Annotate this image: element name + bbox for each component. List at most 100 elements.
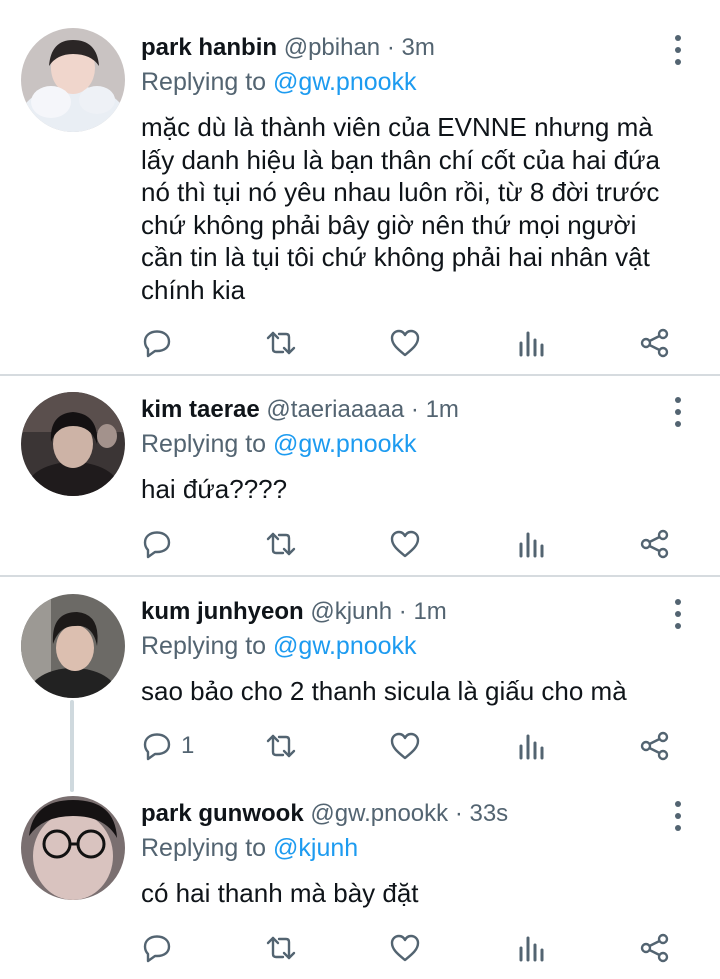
- text-line: mặc dù là thành viên của EVNNE nhưng mà: [141, 112, 653, 142]
- tweet-text: có hai thanh mà bày đặt: [141, 877, 701, 910]
- text-line: sao bảo cho 2 thanh sicula là giấu cho m…: [141, 676, 627, 706]
- replying-to: Replying to @kjunh: [141, 833, 358, 863]
- text-line: nó thì tụi nó yêu nhau luôn rồi, từ 8 đờ…: [141, 177, 660, 207]
- retweet-icon: [266, 331, 296, 355]
- more-vertical-icon[interactable]: [666, 35, 690, 65]
- text-line: cần tin là tụi tôi chứ không phải hai nh…: [141, 242, 650, 272]
- more-vertical-icon[interactable]: [666, 801, 690, 831]
- tweet[interactable]: kum junhyeon @kjunh · 1m Replying to @gw…: [0, 577, 720, 777]
- separator-dot: ·: [454, 800, 463, 827]
- heart-icon: [390, 934, 420, 962]
- tweet-actions: 1: [0, 728, 720, 764]
- replying-to-label: Replying to: [141, 834, 274, 862]
- share-icon: [640, 328, 669, 358]
- tweet-text: mặc dù là thành viên của EVNNE nhưng mà …: [141, 111, 701, 306]
- analytics-button[interactable]: [515, 526, 547, 562]
- avatar[interactable]: [21, 28, 125, 132]
- avatar-image: [21, 392, 125, 496]
- text-line: lấy danh hiệu là bạn thân chí cốt của ha…: [141, 144, 660, 175]
- reply-button[interactable]: [141, 930, 181, 966]
- heart-icon: [390, 329, 420, 357]
- like-button[interactable]: [389, 728, 421, 764]
- separator-dot: ·: [386, 34, 395, 61]
- user-handle[interactable]: @taeriaaaaa: [266, 396, 404, 423]
- timestamp[interactable]: 1m: [426, 396, 459, 423]
- share-button[interactable]: [639, 728, 671, 764]
- tweet-actions: [0, 526, 720, 562]
- share-button[interactable]: [639, 930, 671, 966]
- tweet-header: kim taerae @taeriaaaaa · 1m: [141, 395, 459, 425]
- mention-link[interactable]: @gw.pnookk: [273, 430, 417, 458]
- retweet-button[interactable]: [265, 728, 297, 764]
- analytics-icon: [519, 936, 544, 962]
- avatar-image: [21, 594, 125, 698]
- tweet-header: park gunwook @gw.pnookk · 33s: [141, 799, 508, 829]
- avatar-image: [21, 796, 125, 900]
- reply-icon: [143, 531, 171, 559]
- share-icon: [640, 529, 669, 559]
- separator-dot: ·: [410, 396, 419, 423]
- reply-icon: [143, 330, 171, 358]
- analytics-icon: [519, 331, 544, 357]
- tweet-header: park hanbin @pbihan · 3m: [141, 33, 435, 63]
- avatar[interactable]: [21, 594, 125, 698]
- separator-dot: ·: [398, 598, 407, 625]
- user-handle[interactable]: @gw.pnookk: [310, 800, 448, 827]
- reply-button[interactable]: 1: [141, 728, 194, 764]
- retweet-button[interactable]: [265, 325, 297, 361]
- user-handle[interactable]: @pbihan: [284, 34, 380, 61]
- display-name[interactable]: park gunwook: [141, 800, 304, 827]
- share-icon: [640, 933, 669, 963]
- timestamp[interactable]: 3m: [401, 34, 434, 61]
- display-name[interactable]: park hanbin: [141, 34, 277, 61]
- more-vertical-icon[interactable]: [666, 397, 690, 427]
- retweet-button[interactable]: [265, 930, 297, 966]
- tweet[interactable]: kim taerae @taeriaaaaa · 1m Replying to …: [0, 376, 720, 575]
- reply-button[interactable]: [141, 526, 181, 562]
- user-handle[interactable]: @kjunh: [310, 598, 392, 625]
- text-line: hai đứa????: [141, 474, 288, 504]
- mention-link[interactable]: @kjunh: [273, 834, 358, 862]
- replying-to-label: Replying to: [141, 68, 274, 96]
- retweet-icon: [266, 936, 296, 960]
- display-name[interactable]: kum junhyeon: [141, 598, 304, 625]
- timestamp[interactable]: 33s: [469, 800, 508, 827]
- tweet-actions: [0, 325, 720, 361]
- text-line: có hai thanh mà bày đặt: [141, 878, 419, 908]
- replying-to: Replying to @gw.pnookk: [141, 429, 417, 459]
- like-button[interactable]: [389, 930, 421, 966]
- analytics-icon: [519, 734, 544, 760]
- replying-to-label: Replying to: [141, 632, 274, 660]
- heart-icon: [390, 530, 420, 558]
- analytics-button[interactable]: [515, 325, 547, 361]
- avatar[interactable]: [21, 796, 125, 900]
- mention-link[interactable]: @gw.pnookk: [273, 632, 417, 660]
- avatar-image: [21, 28, 125, 132]
- more-vertical-icon[interactable]: [666, 599, 690, 629]
- like-button[interactable]: [389, 325, 421, 361]
- text-line: chứ không phải bây giờ nên thứ mọi người: [141, 209, 637, 240]
- like-button[interactable]: [389, 526, 421, 562]
- avatar[interactable]: [21, 392, 125, 496]
- retweet-icon: [266, 532, 296, 556]
- tweet-header: kum junhyeon @kjunh · 1m: [141, 597, 447, 627]
- retweet-button[interactable]: [265, 526, 297, 562]
- analytics-icon: [519, 532, 544, 558]
- tweet[interactable]: park gunwook @gw.pnookk · 33s Replying t…: [0, 777, 720, 979]
- reply-button[interactable]: [141, 325, 181, 361]
- tweet-actions: [0, 930, 720, 966]
- share-button[interactable]: [639, 325, 671, 361]
- replying-to: Replying to @gw.pnookk: [141, 631, 417, 661]
- reply-count: 1: [181, 732, 195, 759]
- mention-link[interactable]: @gw.pnookk: [273, 68, 417, 96]
- analytics-button[interactable]: [515, 728, 547, 764]
- replying-to: Replying to @gw.pnookk: [141, 67, 417, 97]
- tweet-text: sao bảo cho 2 thanh sicula là giấu cho m…: [141, 675, 701, 708]
- analytics-button[interactable]: [515, 930, 547, 966]
- timestamp[interactable]: 1m: [413, 598, 446, 625]
- display-name[interactable]: kim taerae: [141, 396, 260, 423]
- tweet[interactable]: park hanbin @pbihan · 3m Replying to @gw…: [0, 0, 720, 374]
- share-button[interactable]: [639, 526, 671, 562]
- heart-icon: [390, 732, 420, 760]
- reply-icon: [143, 935, 171, 963]
